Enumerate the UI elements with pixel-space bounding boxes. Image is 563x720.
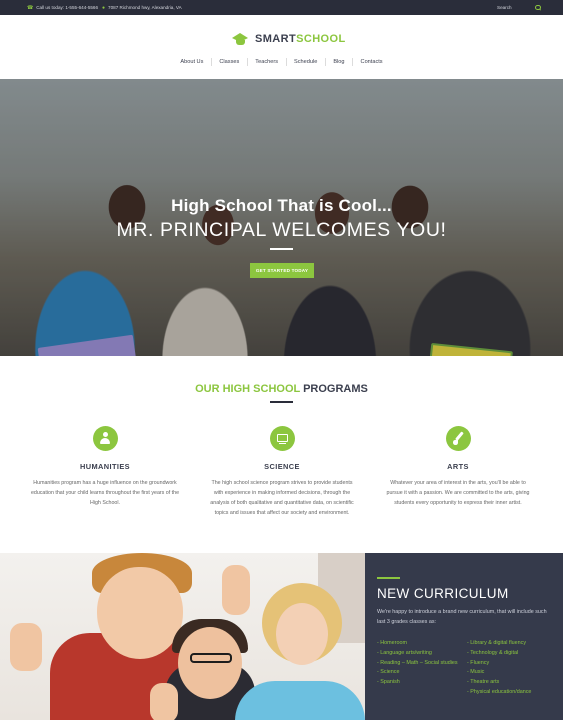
- program-icon-circle: [269, 426, 295, 451]
- thumb3: [150, 683, 178, 720]
- list-item[interactable]: - Fluency: [467, 659, 559, 669]
- main-nav: About Us Classes Teachers Schedule Blog …: [0, 56, 563, 68]
- thumb1: [10, 623, 42, 671]
- program-description: The high school science program strives …: [210, 480, 354, 516]
- nav-item-blog[interactable]: Blog: [324, 58, 352, 66]
- location-pin-icon: ●: [102, 4, 106, 11]
- nav-item-schedule[interactable]: Schedule: [285, 58, 325, 66]
- list-item[interactable]: - Technology & digital: [467, 649, 559, 659]
- program-icon-circle: [445, 426, 471, 451]
- list-item[interactable]: - Theatre arts: [467, 678, 559, 688]
- program-icon-circle: [92, 426, 118, 451]
- glasses: [190, 653, 232, 663]
- program-arts: ARTS Whatever your area of interest in t…: [383, 426, 533, 508]
- curriculum-panel: NEW CURRICULUM We're happy to introduce …: [365, 553, 563, 720]
- logo-text: SMARTSCHOOL: [255, 33, 346, 45]
- curriculum-divider: [377, 577, 400, 579]
- program-science: SCIENCE The high school science program …: [207, 426, 357, 518]
- get-started-button[interactable]: GET STARTED TODAY: [250, 263, 314, 278]
- hero-subtitle: MR. PRINCIPAL WELCOMES YOU!: [116, 219, 447, 241]
- logo-text-school: SCHOOL: [296, 33, 346, 45]
- programs-heading: OUR HIGH SCHOOL PROGRAMS: [0, 383, 563, 395]
- list-item[interactable]: - Physical education/dance: [467, 688, 559, 698]
- search-input[interactable]: [497, 5, 517, 10]
- site-logo[interactable]: SMARTSCHOOL: [232, 31, 346, 47]
- program-title[interactable]: HUMANITIES: [30, 462, 180, 471]
- hero-divider: [270, 248, 293, 250]
- program-description: Whatever your area of interest in the ar…: [386, 480, 530, 506]
- list-item[interactable]: - Science: [377, 668, 465, 678]
- program-humanities: HUMANITIES Humanities program has a huge…: [30, 426, 180, 508]
- program-title[interactable]: ARTS: [383, 462, 533, 471]
- nav-item-contacts[interactable]: Contacts: [352, 58, 390, 66]
- hero-banner: [0, 79, 563, 356]
- list-item[interactable]: - Music: [467, 668, 559, 678]
- nav-item-teachers[interactable]: Teachers: [246, 58, 286, 66]
- curriculum-title: NEW CURRICULUM: [377, 586, 509, 601]
- list-item[interactable]: - Language arts/writing: [377, 649, 465, 659]
- curriculum-list-right: - Library & digital fluency - Technology…: [467, 639, 559, 698]
- programs-heading-strong: OUR HIGH SCHOOL: [195, 383, 301, 395]
- curriculum-intro: We're happy to introduce a brand new cur…: [377, 609, 547, 625]
- programs-heading-rest: PROGRAMS: [300, 383, 368, 395]
- search-box: [497, 0, 541, 15]
- paint-brush-icon: [446, 426, 471, 451]
- address-text: 7087 Richmond hwy, Alexandria, VA: [108, 5, 182, 10]
- program-title[interactable]: SCIENCE: [207, 462, 357, 471]
- hero-title: High School That is Cool...: [171, 196, 392, 215]
- graduation-cap-icon: [232, 32, 249, 46]
- list-item[interactable]: - Homeroom: [377, 639, 465, 649]
- logo-text-smart: SMART: [255, 33, 297, 45]
- contact-phone: ☎ Call us today: 1-555-644-5566: [27, 0, 98, 15]
- contact-address: ● 7087 Richmond hwy, Alexandria, VA: [102, 0, 182, 15]
- person-icon: [93, 426, 118, 451]
- monitor-icon: [270, 426, 295, 451]
- students-photo: [0, 553, 365, 720]
- thumb2: [222, 565, 250, 615]
- face2: [178, 627, 242, 699]
- phone-icon: ☎: [27, 4, 34, 11]
- list-item[interactable]: - Spanish: [377, 678, 465, 688]
- face3: [276, 603, 328, 665]
- list-item[interactable]: - Reading – Math – Social studies: [377, 659, 465, 669]
- phone-text: Call us today: 1-555-644-5566: [36, 5, 99, 10]
- program-description: Humanities program has a huge influence …: [30, 480, 180, 506]
- programs-divider: [270, 401, 293, 403]
- list-item[interactable]: - Library & digital fluency: [467, 639, 559, 649]
- nav-item-classes[interactable]: Classes: [210, 58, 247, 66]
- shirt3: [235, 681, 365, 720]
- face1: [97, 567, 183, 659]
- search-icon[interactable]: [535, 4, 541, 11]
- curriculum-list-left: - Homeroom - Language arts/writing - Rea…: [377, 639, 465, 688]
- nav-item-about-us[interactable]: About Us: [173, 58, 211, 66]
- hero-overlay: [0, 79, 563, 356]
- top-bar: ☎ Call us today: 1-555-644-5566 ● 7087 R…: [0, 0, 563, 15]
